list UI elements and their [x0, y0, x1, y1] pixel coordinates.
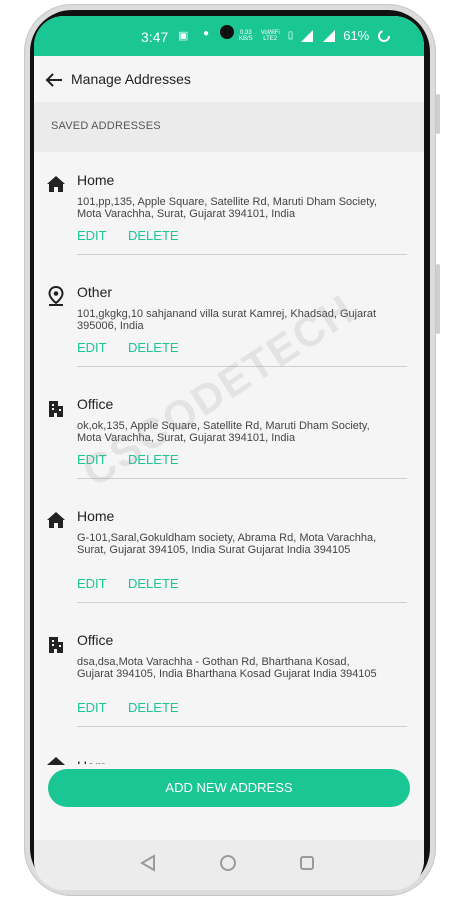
status-time: 3:47 [141, 29, 169, 45]
address-type: Office [77, 396, 114, 412]
address-text: ok,ok,135, Apple Square, Satellite Rd, M… [77, 420, 370, 444]
battery-level: 61% [343, 28, 370, 43]
divider [77, 254, 407, 255]
nav-back-icon[interactable] [140, 854, 156, 872]
address-list[interactable]: Home 101,pp,135, Apple Square, Satellite… [34, 152, 424, 767]
address-type: Office [77, 632, 114, 648]
screen: 3:47 ▣ ● 0.33 KB/S VoWiFi LTE2 ▯ 61% Man… [34, 16, 424, 890]
signal-4g-icon [323, 29, 336, 42]
edit-button[interactable]: EDIT [77, 228, 107, 243]
address-item: Office ok,ok,135, Apple Square, Satellit… [34, 376, 424, 488]
battery-ring-icon [378, 29, 391, 42]
address-text: 101,gkgkg,10 sahjanand villa surat Kamre… [77, 308, 377, 332]
divider [77, 602, 407, 603]
address-item: Office dsa,dsa,Mota Varachha - Gothan Rd… [34, 612, 424, 736]
edit-button[interactable]: EDIT [77, 700, 107, 715]
volte-indicator: VoWiFi LTE2 [260, 29, 280, 42]
nav-recents-icon[interactable] [299, 855, 315, 871]
vibrate-icon: ▯ [287, 30, 294, 41]
divider [77, 478, 407, 479]
office-building-icon [49, 637, 63, 653]
delete-button[interactable]: DELETE [128, 228, 179, 243]
page-title: Manage Addresses [71, 71, 191, 87]
address-text: dsa,dsa,Mota Varachha - Gothan Rd, Bhart… [77, 656, 377, 680]
delete-button[interactable]: DELETE [128, 340, 179, 355]
address-type: Home [77, 172, 115, 188]
saved-addresses-label: SAVED ADDRESSES [51, 120, 161, 132]
volume-button [436, 94, 440, 134]
nav-home-icon[interactable] [219, 854, 237, 872]
home-icon [47, 757, 65, 765]
add-new-address-button[interactable]: ADD NEW ADDRESS [48, 769, 410, 807]
partial-address-type: Home [77, 758, 107, 764]
section-header: SAVED ADDRESSES [34, 102, 424, 152]
home-icon [47, 176, 65, 192]
address-text: 101,pp,135, Apple Square, Satellite Rd, … [77, 196, 378, 220]
dot-icon: ● [203, 28, 210, 39]
address-type: Other [77, 284, 113, 300]
location-pin-icon [48, 286, 64, 306]
app-bar: Manage Addresses [34, 56, 424, 104]
home-icon [47, 512, 65, 528]
address-item: Other 101,gkgkg,10 sahjanand villa surat… [34, 264, 424, 376]
edit-button[interactable]: EDIT [77, 576, 107, 591]
delete-button[interactable]: DELETE [128, 452, 179, 467]
edit-button[interactable]: EDIT [77, 340, 107, 355]
back-arrow-icon[interactable] [44, 70, 64, 90]
office-building-icon [49, 401, 63, 417]
address-type: Home [77, 508, 115, 524]
power-button [436, 264, 440, 334]
delete-button[interactable]: DELETE [128, 700, 179, 715]
edit-button[interactable]: EDIT [77, 452, 107, 467]
divider [77, 726, 407, 727]
net-speed: 0.33 KB/S [239, 29, 253, 42]
divider [77, 366, 407, 367]
front-camera [220, 25, 234, 39]
address-item: Home G-101,Saral,Gokuldham society, Abra… [34, 488, 424, 612]
address-item: Home 101,pp,135, Apple Square, Satellite… [34, 152, 424, 264]
signal-icon [301, 29, 314, 42]
address-text: G-101,Saral,Gokuldham society, Abrama Rd… [77, 532, 377, 556]
status-bar: 3:47 ▣ ● 0.33 KB/S VoWiFi LTE2 ▯ 61% [34, 16, 424, 56]
gallery-notification-icon: ▣ [178, 30, 189, 42]
system-nav-bar [34, 840, 424, 890]
delete-button[interactable]: DELETE [128, 576, 179, 591]
